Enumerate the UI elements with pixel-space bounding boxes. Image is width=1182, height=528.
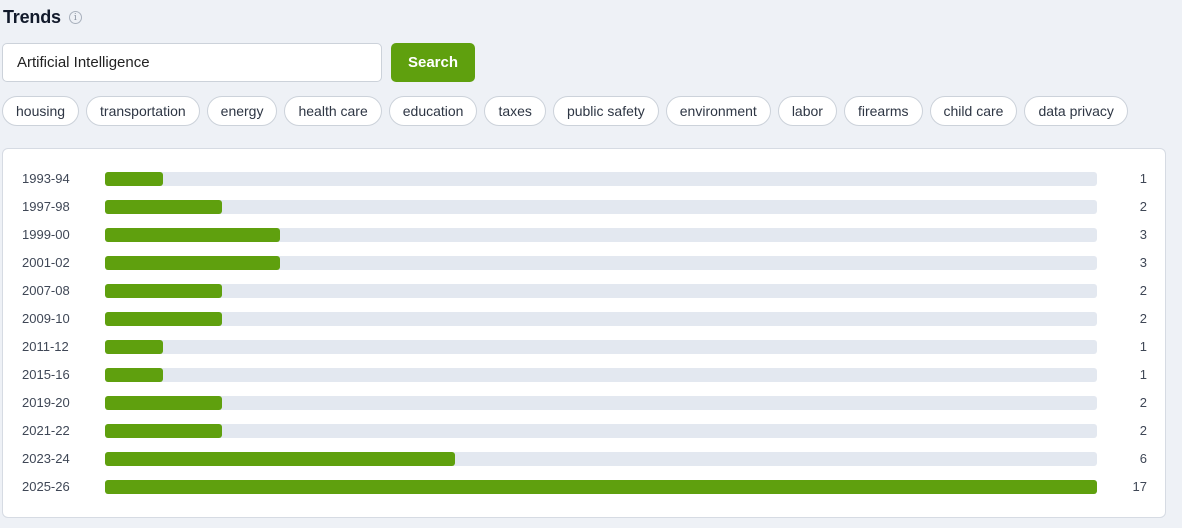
chart-row: 2023-24 6 bbox=[3, 446, 1167, 474]
bar bbox=[105, 340, 163, 354]
row-label: 2001-02 bbox=[22, 255, 70, 270]
row-count: 6 bbox=[1139, 451, 1147, 466]
row-count: 2 bbox=[1139, 199, 1147, 214]
search-button[interactable]: Search bbox=[391, 43, 475, 82]
topic-chip[interactable]: data privacy bbox=[1024, 96, 1128, 126]
chart-row: 1993-94 1 bbox=[3, 166, 1167, 194]
bar bbox=[105, 424, 222, 438]
chart-row: 2019-20 2 bbox=[3, 390, 1167, 418]
bar bbox=[105, 284, 222, 298]
bar bbox=[105, 256, 280, 270]
topic-chip[interactable]: labor bbox=[777, 96, 837, 126]
chart-row: 1999-00 3 bbox=[3, 222, 1167, 250]
chart-row: 2011-12 1 bbox=[3, 334, 1167, 362]
bar bbox=[105, 396, 222, 410]
topic-chip[interactable]: environment bbox=[665, 96, 771, 126]
topic-chip[interactable]: housing bbox=[2, 96, 80, 126]
row-count: 1 bbox=[1139, 171, 1147, 186]
topic-chip[interactable]: taxes bbox=[484, 96, 546, 126]
bar-track bbox=[105, 228, 1097, 242]
search-input[interactable] bbox=[2, 43, 382, 82]
row-count: 2 bbox=[1139, 423, 1147, 438]
row-count: 1 bbox=[1139, 339, 1147, 354]
topic-chip[interactable]: education bbox=[388, 96, 478, 126]
chart-row: 2025-26 17 bbox=[3, 474, 1167, 502]
bar bbox=[105, 452, 455, 466]
row-count: 3 bbox=[1139, 255, 1147, 270]
bar-track bbox=[105, 200, 1097, 214]
page-header: Trends i bbox=[3, 6, 82, 28]
row-count: 3 bbox=[1139, 227, 1147, 242]
bar-track bbox=[105, 396, 1097, 410]
bar-track bbox=[105, 424, 1097, 438]
page-title: Trends bbox=[3, 6, 61, 27]
row-label: 2021-22 bbox=[22, 423, 70, 438]
bar bbox=[105, 480, 1097, 494]
chart-row: 2007-08 2 bbox=[3, 278, 1167, 306]
bar-track bbox=[105, 312, 1097, 326]
row-label: 2025-26 bbox=[22, 479, 70, 494]
chart-row: 1997-98 2 bbox=[3, 194, 1167, 222]
topic-chip[interactable]: child care bbox=[929, 96, 1018, 126]
info-icon[interactable]: i bbox=[68, 10, 82, 24]
row-label: 1997-98 bbox=[22, 199, 70, 214]
row-label: 2023-24 bbox=[22, 451, 70, 466]
bar bbox=[105, 200, 222, 214]
topic-chip[interactable]: energy bbox=[206, 96, 278, 126]
topic-chip[interactable]: transportation bbox=[86, 96, 200, 126]
topic-chip[interactable]: health care bbox=[284, 96, 382, 126]
chart-row: 2009-10 2 bbox=[3, 306, 1167, 334]
bar-track bbox=[105, 284, 1097, 298]
row-label: 2011-12 bbox=[22, 339, 69, 354]
bar-track bbox=[105, 256, 1097, 270]
topic-chip[interactable]: firearms bbox=[843, 96, 923, 126]
chart-row: 2021-22 2 bbox=[3, 418, 1167, 446]
bar-track bbox=[105, 480, 1097, 494]
row-count: 1 bbox=[1139, 367, 1147, 382]
row-count: 2 bbox=[1139, 283, 1147, 298]
topic-chips: housing transportation energy health care ed… bbox=[2, 96, 1128, 126]
bar-track bbox=[105, 172, 1097, 186]
bar bbox=[105, 172, 163, 186]
row-label: 2019-20 bbox=[22, 395, 70, 410]
bar bbox=[105, 312, 222, 326]
row-count: 2 bbox=[1139, 395, 1147, 410]
row-label: 1999-00 bbox=[22, 227, 70, 242]
row-label: 2015-16 bbox=[22, 367, 70, 382]
bar-track bbox=[105, 368, 1097, 382]
chart-row: 2015-16 1 bbox=[3, 362, 1167, 390]
row-label: 1993-94 bbox=[22, 171, 70, 186]
topic-chip[interactable]: public safety bbox=[552, 96, 659, 126]
bar-track bbox=[105, 340, 1097, 354]
bar bbox=[105, 228, 280, 242]
row-count: 17 bbox=[1132, 479, 1147, 494]
row-label: 2007-08 bbox=[22, 283, 70, 298]
bar bbox=[105, 368, 163, 382]
bar-track bbox=[105, 452, 1097, 466]
chart-row: 2001-02 3 bbox=[3, 250, 1167, 278]
trends-chart: 1993-94 1 1997-98 2 1999-00 3 2001-02 3 2007-08 2… bbox=[2, 148, 1166, 518]
row-label: 2009-10 bbox=[22, 311, 70, 326]
row-count: 2 bbox=[1139, 311, 1147, 326]
